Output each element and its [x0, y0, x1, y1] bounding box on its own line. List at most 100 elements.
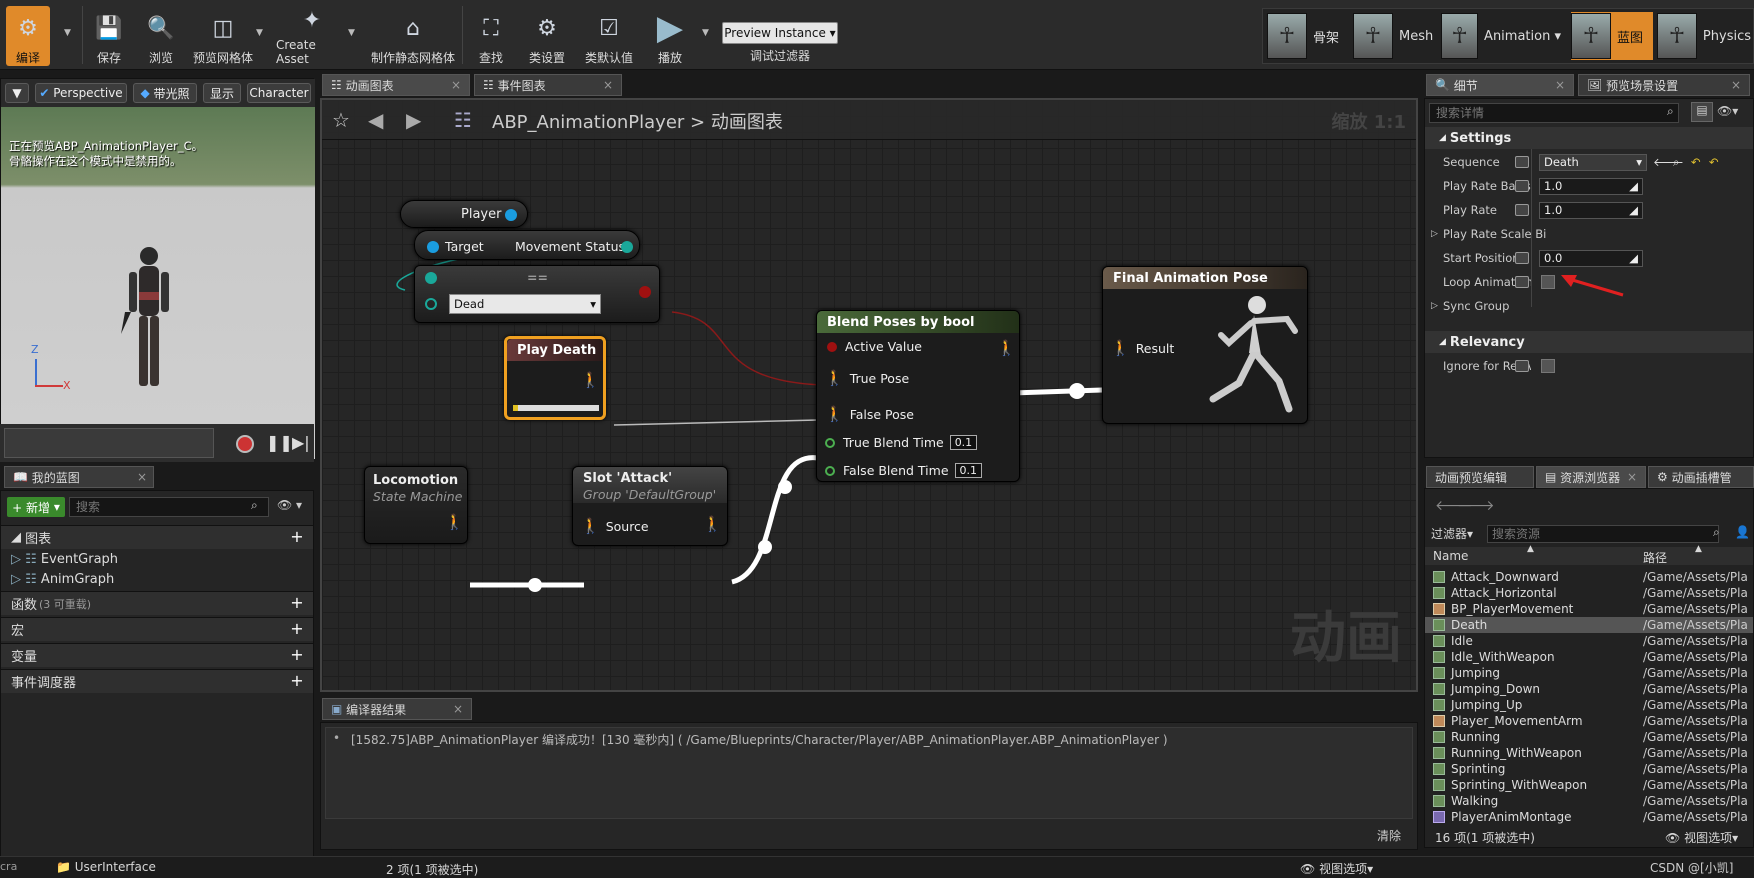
tab-anim-slot-manager[interactable]: ⚙ 动画插槽管: [1648, 466, 1754, 488]
preview-mesh-caret-icon[interactable]: ▼: [256, 28, 263, 38]
asset-row[interactable]: Attack_Horizontal/Game/Assets/Pla: [1425, 585, 1753, 601]
star-icon[interactable]: ☆: [332, 108, 350, 132]
graph-item-eventgraph[interactable]: ▷ ☷ EventGraph: [1, 549, 313, 569]
enum-value-dropdown[interactable]: Dead ▾: [449, 294, 601, 314]
enum-input-pin-a-icon[interactable]: [425, 272, 437, 284]
mode-blueprint[interactable]: ☥ 蓝图: [1571, 12, 1653, 60]
compile-options-icon[interactable]: ▼: [64, 28, 71, 38]
add-graph-icon[interactable]: +: [289, 529, 305, 545]
node-player-variable[interactable]: Player: [400, 200, 528, 228]
pin-toggle-icon[interactable]: [1515, 276, 1529, 288]
object-pin-icon[interactable]: [505, 209, 517, 221]
pause-icon[interactable]: ❚❚: [266, 433, 293, 452]
asset-row[interactable]: BP_PlayerMovement/Game/Assets/Pla: [1425, 601, 1753, 617]
anim-graph-canvas[interactable]: 动画 ☆ ◀ ▶ ☷ ABP_AnimationPlayer > 动画图表 缩放…: [320, 98, 1418, 692]
mode-skeleton[interactable]: ☥ 骨架: [1267, 12, 1349, 60]
close-icon[interactable]: ×: [1627, 470, 1637, 484]
pin-false-pose[interactable]: 🚶 False Pose: [825, 405, 914, 423]
mode-physics[interactable]: ☥ Physics: [1657, 12, 1751, 60]
node-blend-poses-by-bool[interactable]: Blend Poses by bool Active Value 🚶 🚶 True…: [816, 310, 1020, 482]
close-icon[interactable]: ×: [1731, 78, 1741, 92]
create-asset-button[interactable]: ✦ Create Asset: [276, 6, 348, 67]
add-variable-icon[interactable]: +: [289, 647, 305, 663]
compiler-results-tab[interactable]: ▣ 编译器结果 ×: [322, 698, 472, 720]
viewport-menu-button[interactable]: ▼: [5, 83, 29, 103]
asset-row[interactable]: Jumping_Down/Game/Assets/Pla: [1425, 681, 1753, 697]
close-icon[interactable]: ×: [1555, 78, 1565, 92]
folder-item[interactable]: 📁 UserInterface: [56, 860, 156, 874]
property-matrix-icon[interactable]: ▤: [1691, 102, 1713, 122]
node-equal-enum[interactable]: == Dead ▾: [414, 265, 660, 323]
enum-pin-icon[interactable]: [621, 241, 633, 253]
settings-category[interactable]: ◢ Settings: [1425, 127, 1753, 149]
node-get-movement-status[interactable]: Target Movement Status: [414, 230, 640, 260]
visibility-icon[interactable]: 👁▾: [1717, 104, 1738, 118]
tab-details[interactable]: 🔍 细节 ×: [1426, 74, 1574, 96]
pin-active-value[interactable]: Active Value: [827, 339, 922, 354]
reset-to-default-icon[interactable]: ↶: [1691, 155, 1701, 169]
bool-output-pin-icon[interactable]: [639, 286, 651, 298]
true-blend-value-input[interactable]: 0.1: [949, 435, 978, 450]
forward-arrow-icon[interactable]: 🡒: [1457, 497, 1495, 514]
graph-item-animgraph[interactable]: ▷ ☷ AnimGraph: [1, 569, 313, 589]
blend-output-pin-icon[interactable]: 🚶: [997, 339, 1016, 357]
preview-mesh-button[interactable]: ◫ 预览网格体: [190, 6, 256, 66]
asset-row[interactable]: Jumping/Game/Assets/Pla: [1425, 665, 1753, 681]
start-position-input[interactable]: 0.0 ◢: [1539, 249, 1643, 267]
pin-result[interactable]: 🚶 Result: [1111, 339, 1174, 357]
close-icon[interactable]: ×: [603, 78, 613, 92]
tab-anim-graph[interactable]: ☷ 动画图表 ×: [322, 74, 470, 96]
pose-output-pin-icon[interactable]: 🚶: [581, 371, 600, 389]
play-rate-basis-input[interactable]: 1.0 ◢: [1539, 177, 1643, 195]
reset-icon[interactable]: ↶: [1709, 155, 1719, 169]
breadcrumb-graph[interactable]: 动画图表: [711, 112, 783, 133]
functions-section[interactable]: 函数 (3 可重载) +: [1, 591, 313, 615]
pin-toggle-icon[interactable]: [1515, 360, 1529, 372]
asset-row[interactable]: Attack_Downward/Game/Assets/Pla: [1425, 569, 1753, 585]
node-play-death[interactable]: Play Death 🚶: [504, 336, 606, 420]
preview-instance-dropdown[interactable]: Preview Instance ▾: [722, 22, 838, 44]
pin-toggle-icon[interactable]: [1515, 252, 1529, 264]
view-options-button[interactable]: 👁 视图选项▾: [1665, 829, 1738, 846]
find-button[interactable]: ⛶ 查找: [470, 6, 512, 66]
my-blueprint-tab[interactable]: 📖 我的蓝图 ×: [4, 466, 154, 488]
asset-row[interactable]: Idle/Game/Assets/Pla: [1425, 633, 1753, 649]
play-rate-input[interactable]: 1.0 ◢: [1539, 201, 1643, 219]
asset-row[interactable]: Player_MovementArm/Game/Assets/Pla: [1425, 713, 1753, 729]
play-options-icon[interactable]: ▼: [702, 28, 709, 38]
lit-button[interactable]: ◆ 带光照: [133, 83, 197, 103]
show-button[interactable]: 显示: [203, 83, 241, 103]
forward-arrow-icon[interactable]: ▶: [406, 108, 421, 132]
pin-toggle-icon[interactable]: [1515, 204, 1529, 216]
asset-row[interactable]: Walking/Game/Assets/Pla: [1425, 793, 1753, 809]
preview-viewport[interactable]: ▼ ✔ Perspective ◆ 带光照 显示 Character 正在预览A…: [0, 78, 315, 459]
column-name[interactable]: Name: [1433, 549, 1468, 563]
mode-mesh[interactable]: ☥ Mesh: [1353, 12, 1439, 60]
dispatchers-section[interactable]: 事件调度器 +: [1, 669, 313, 693]
pin-toggle-icon[interactable]: [1515, 180, 1529, 192]
clear-button[interactable]: 清除: [1377, 827, 1401, 844]
add-new-button[interactable]: + 新增 ▾: [7, 497, 65, 517]
add-function-icon[interactable]: +: [289, 595, 305, 611]
details-search-input[interactable]: 搜索详情: [1429, 103, 1679, 123]
breadcrumb-blueprint[interactable]: ABP_AnimationPlayer: [492, 112, 684, 133]
asset-row[interactable]: Running_WithWeapon/Game/Assets/Pla: [1425, 745, 1753, 761]
tab-preview-scene-settings[interactable]: 🖼 预览场景设置 ×: [1578, 74, 1750, 96]
close-icon[interactable]: ×: [137, 470, 147, 484]
browse-asset-icon[interactable]: ⌕: [1673, 155, 1679, 170]
play-button[interactable]: ▶ 播放: [648, 6, 692, 66]
node-locomotion-state-machine[interactable]: Locomotion State Machine 🚶: [364, 466, 468, 544]
class-settings-button[interactable]: ⚙ 类设置: [524, 6, 570, 66]
asset-row[interactable]: Running/Game/Assets/Pla: [1425, 729, 1753, 745]
back-arrow-icon[interactable]: ◀: [368, 108, 383, 132]
class-defaults-button[interactable]: ☑ 类默认值: [582, 6, 636, 66]
node-final-animation-pose[interactable]: Final Animation Pose 🚶 Result: [1102, 266, 1308, 424]
save-button[interactable]: 💾 保存: [88, 6, 130, 66]
loop-animation-checkbox[interactable]: [1541, 275, 1555, 289]
ignore-relevancy-checkbox[interactable]: [1541, 359, 1555, 373]
compile-button[interactable]: ⚙ 编译: [6, 6, 50, 66]
mode-animation[interactable]: ☥ Animation ▾: [1441, 12, 1561, 60]
sequence-dropdown[interactable]: Death ▾: [1539, 153, 1647, 171]
step-forward-icon[interactable]: ▶|: [292, 433, 310, 452]
asset-row[interactable]: Sprinting/Game/Assets/Pla: [1425, 761, 1753, 777]
